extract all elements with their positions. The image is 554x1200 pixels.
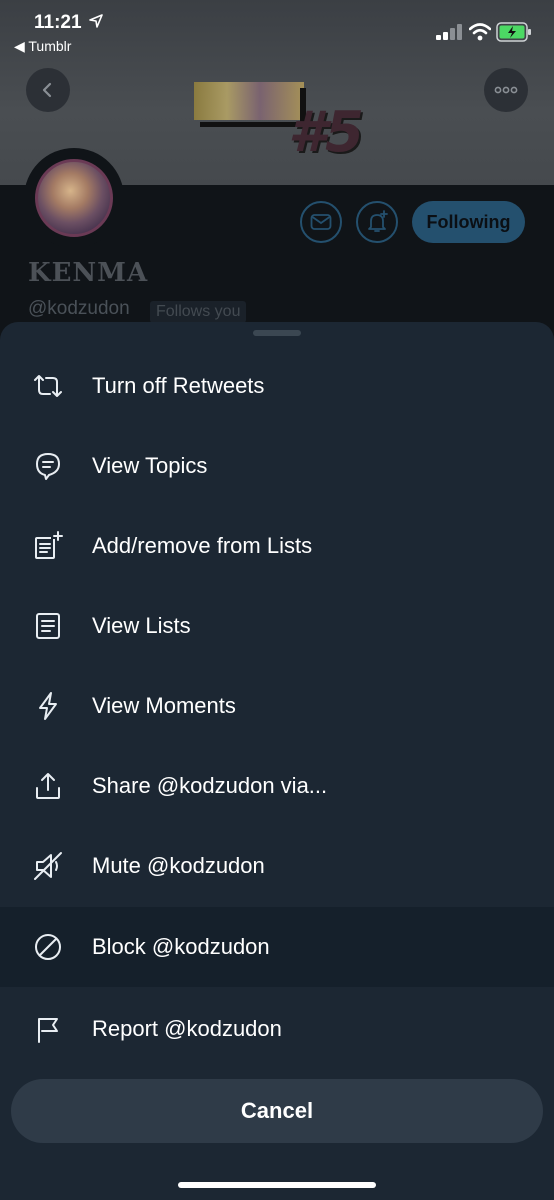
avatar-frame xyxy=(24,148,124,248)
profile-handle: @kodzudon xyxy=(28,298,130,319)
menu-item-add-remove-lists[interactable]: Add/remove from Lists xyxy=(0,506,554,586)
profile-name: KENMA xyxy=(28,258,149,288)
bell-plus-icon xyxy=(368,210,388,232)
back-button[interactable] xyxy=(26,68,70,112)
list-add-icon xyxy=(30,528,66,564)
menu-item-view-moments[interactable]: View Moments xyxy=(0,666,554,746)
home-indicator[interactable] xyxy=(178,1182,376,1188)
block-icon xyxy=(30,929,66,965)
location-arrow-icon xyxy=(89,14,103,28)
lightning-icon xyxy=(30,688,66,724)
menu-item-label: Share @kodzudon via... xyxy=(92,773,328,798)
menu-item-view-lists[interactable]: View Lists xyxy=(0,586,554,666)
menu-item-view-topics[interactable]: View Topics xyxy=(0,426,554,506)
avatar[interactable] xyxy=(35,159,113,237)
cancel-button[interactable]: Cancel xyxy=(11,1079,543,1143)
banner-number: #5 xyxy=(288,100,364,165)
retweet-icon xyxy=(30,368,66,404)
notifications-button[interactable] xyxy=(356,201,398,243)
menu-item-label: Report @kodzudon xyxy=(92,1016,282,1041)
menu-item-block[interactable]: Block @kodzudon xyxy=(0,907,554,987)
chevron-left-icon xyxy=(42,82,52,98)
menu-item-mute[interactable]: Mute @kodzudon xyxy=(0,826,554,906)
menu-item-label: View Topics xyxy=(92,453,208,478)
follows-you-badge: Follows you xyxy=(150,301,247,323)
clock: 11:21 xyxy=(34,12,82,33)
mute-icon xyxy=(30,848,66,884)
cellular-signal-icon xyxy=(436,24,462,40)
flag-icon xyxy=(30,1011,66,1047)
menu-item-label: Block @kodzudon xyxy=(92,934,270,959)
menu-item-report[interactable]: Report @kodzudon xyxy=(0,989,554,1069)
menu-item-turn-off-retweets[interactable]: Turn off Retweets xyxy=(0,346,554,426)
menu-item-share[interactable]: Share @kodzudon via... xyxy=(0,746,554,826)
back-to-app-link[interactable]: ◀ Tumblr xyxy=(14,38,71,55)
wifi-icon xyxy=(469,23,491,41)
status-bar: 11:21 ◀ Tumblr xyxy=(0,0,554,60)
sheet-grabber[interactable] xyxy=(253,330,301,336)
menu-item-label: Add/remove from Lists xyxy=(92,533,313,558)
topics-icon xyxy=(30,448,66,484)
battery-charging-icon xyxy=(496,22,531,42)
menu-item-label: View Lists xyxy=(92,613,191,638)
envelope-icon xyxy=(310,214,332,230)
menu-item-label: Turn off Retweets xyxy=(92,373,265,398)
message-button[interactable] xyxy=(300,201,342,243)
menu-item-label: View Moments xyxy=(92,693,236,718)
ellipsis-icon xyxy=(494,86,518,94)
following-button[interactable]: Following xyxy=(412,201,525,243)
share-icon xyxy=(30,768,66,804)
lists-icon xyxy=(30,608,66,644)
more-options-button[interactable] xyxy=(484,68,528,112)
screen: #5 11:21 ◀ Tumblr Following KENMA @kodzu… xyxy=(0,0,554,1200)
menu-item-label: Mute @kodzudon xyxy=(92,853,265,878)
action-sheet: Turn off Retweets View Topics Add/remove… xyxy=(0,322,554,1200)
